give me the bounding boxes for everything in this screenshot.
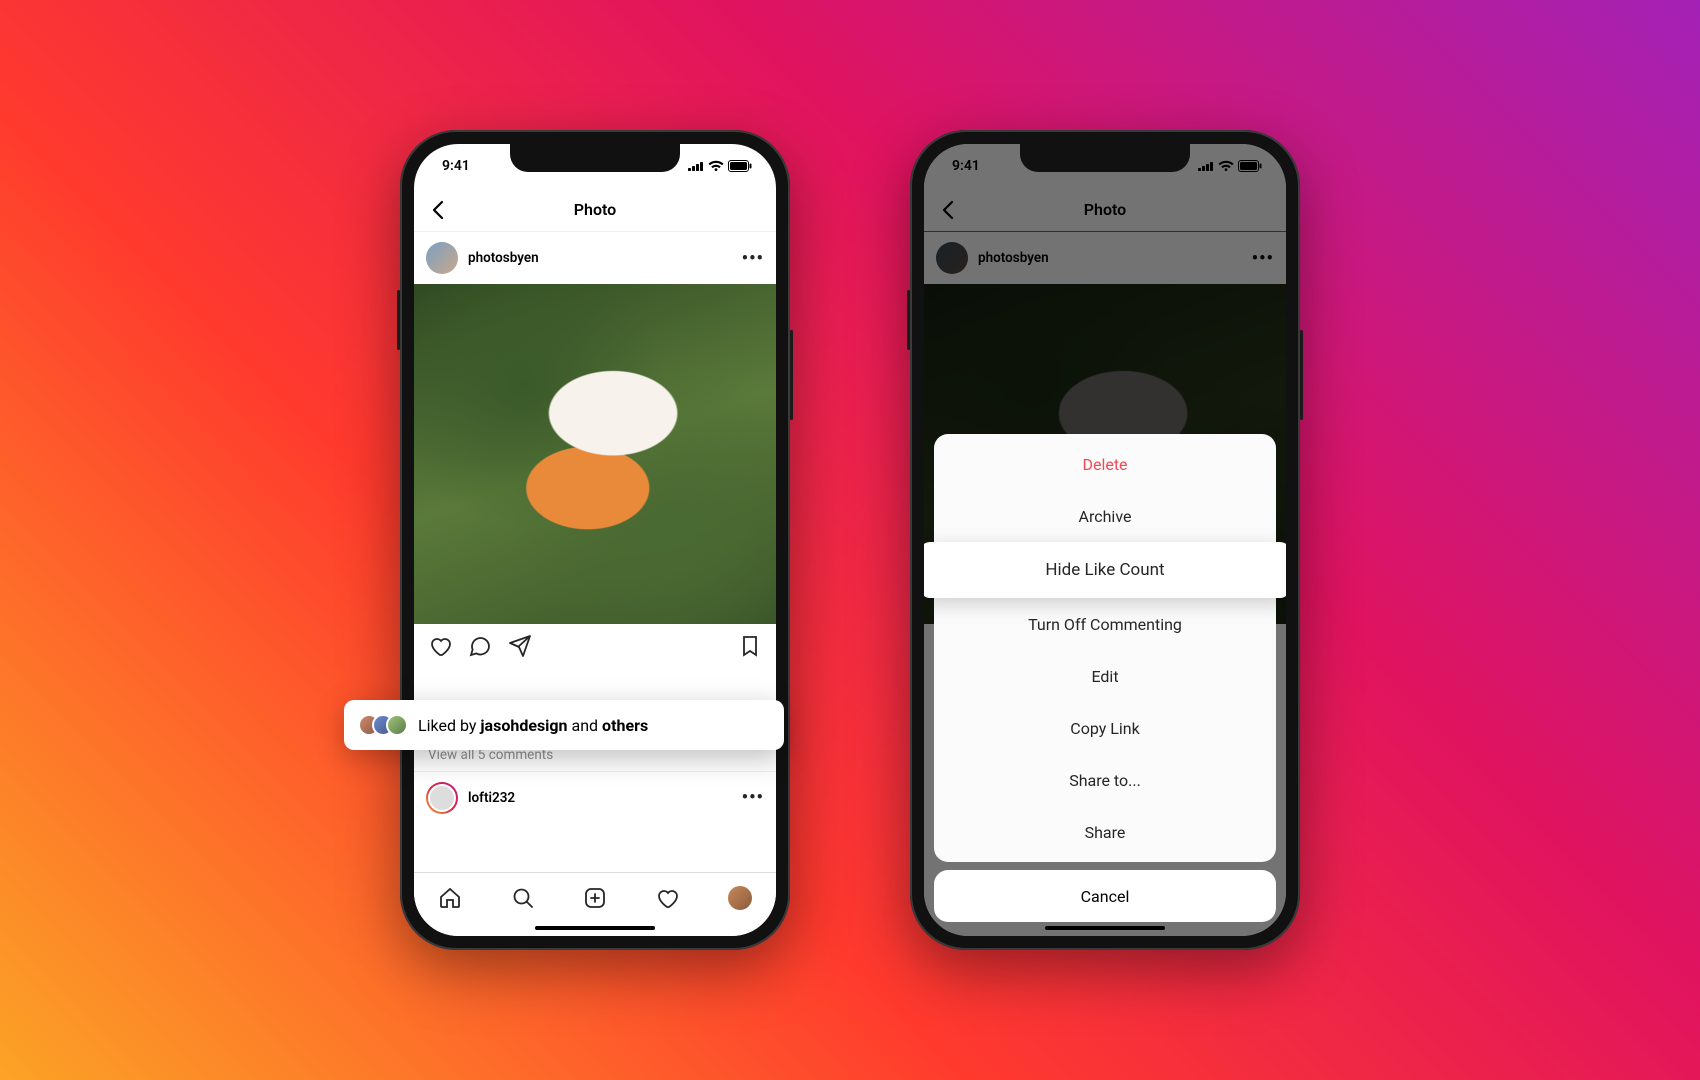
signal-icon xyxy=(688,161,704,171)
post-username[interactable]: photosbyen xyxy=(468,250,732,266)
sheet-delete[interactable]: Delete xyxy=(934,438,1276,490)
action-row xyxy=(414,624,776,668)
liked-by-callout[interactable]: Liked by jasohdesign and others xyxy=(344,700,784,750)
phone-right: 9:41 Photo photosbyen ••• Delete Archive xyxy=(910,130,1300,950)
bookmark-icon xyxy=(738,634,762,658)
avatar[interactable] xyxy=(426,782,458,814)
sheet-archive[interactable]: Archive xyxy=(934,490,1276,542)
liked-by-user[interactable]: jasohdesign xyxy=(480,716,567,735)
tab-bar xyxy=(414,872,776,936)
comment-button[interactable] xyxy=(468,634,492,658)
sheet-hide-like-count[interactable]: Hide Like Count xyxy=(924,542,1286,598)
sheet-cancel[interactable]: Cancel xyxy=(934,870,1276,922)
chevron-left-icon xyxy=(432,200,444,220)
more-button[interactable]: ••• xyxy=(742,248,764,269)
save-button[interactable] xyxy=(738,634,762,658)
back-button[interactable] xyxy=(426,198,450,222)
action-sheet: Delete Archive Hide Like Count Turn Off … xyxy=(934,434,1276,922)
search-icon xyxy=(511,886,535,910)
tab-home[interactable] xyxy=(438,886,462,910)
post-header: photosbyen ••• xyxy=(414,232,776,284)
more-button[interactable]: ••• xyxy=(742,787,764,808)
like-button[interactable] xyxy=(428,634,452,658)
sheet-turn-off-commenting[interactable]: Turn Off Commenting xyxy=(934,598,1276,650)
tab-activity[interactable] xyxy=(655,886,679,910)
notch xyxy=(510,144,680,172)
home-icon xyxy=(438,886,462,910)
sheet-share-to[interactable]: Share to... xyxy=(934,754,1276,806)
screen: 9:41 Photo photosbyen ••• Delete Archive xyxy=(924,144,1286,936)
send-icon xyxy=(508,634,532,658)
tab-search[interactable] xyxy=(511,886,535,910)
status-time: 9:41 xyxy=(442,158,470,174)
post-image[interactable] xyxy=(414,284,776,624)
screen: 9:41 Photo photosbyen ••• xyxy=(414,144,776,936)
heart-icon xyxy=(428,634,452,658)
avatar xyxy=(386,714,408,736)
facepile xyxy=(358,714,408,736)
post-username[interactable]: lofti232 xyxy=(468,790,732,806)
liked-by-others[interactable]: others xyxy=(602,716,648,735)
share-button[interactable] xyxy=(508,634,532,658)
tab-profile[interactable] xyxy=(728,886,752,910)
tab-create[interactable] xyxy=(583,886,607,910)
second-post-header: lofti232 ••• xyxy=(414,771,776,823)
heart-icon xyxy=(655,886,679,910)
notch xyxy=(1020,144,1190,172)
wifi-icon xyxy=(708,160,724,172)
liked-by-text: Liked by jasohdesign and others xyxy=(418,716,648,735)
plus-square-icon xyxy=(583,886,607,910)
sheet-edit[interactable]: Edit xyxy=(934,650,1276,702)
status-icons xyxy=(688,160,752,172)
home-indicator[interactable] xyxy=(1045,926,1165,930)
battery-icon xyxy=(728,160,752,172)
sheet-share[interactable]: Share xyxy=(934,806,1276,858)
sheet-copy-link[interactable]: Copy Link xyxy=(934,702,1276,754)
home-indicator[interactable] xyxy=(535,926,655,930)
nav-title: Photo xyxy=(574,200,616,219)
avatar[interactable] xyxy=(426,242,458,274)
nav-bar: Photo xyxy=(414,188,776,232)
phone-left: 9:41 Photo photosbyen ••• xyxy=(400,130,790,950)
comment-icon xyxy=(468,634,492,658)
